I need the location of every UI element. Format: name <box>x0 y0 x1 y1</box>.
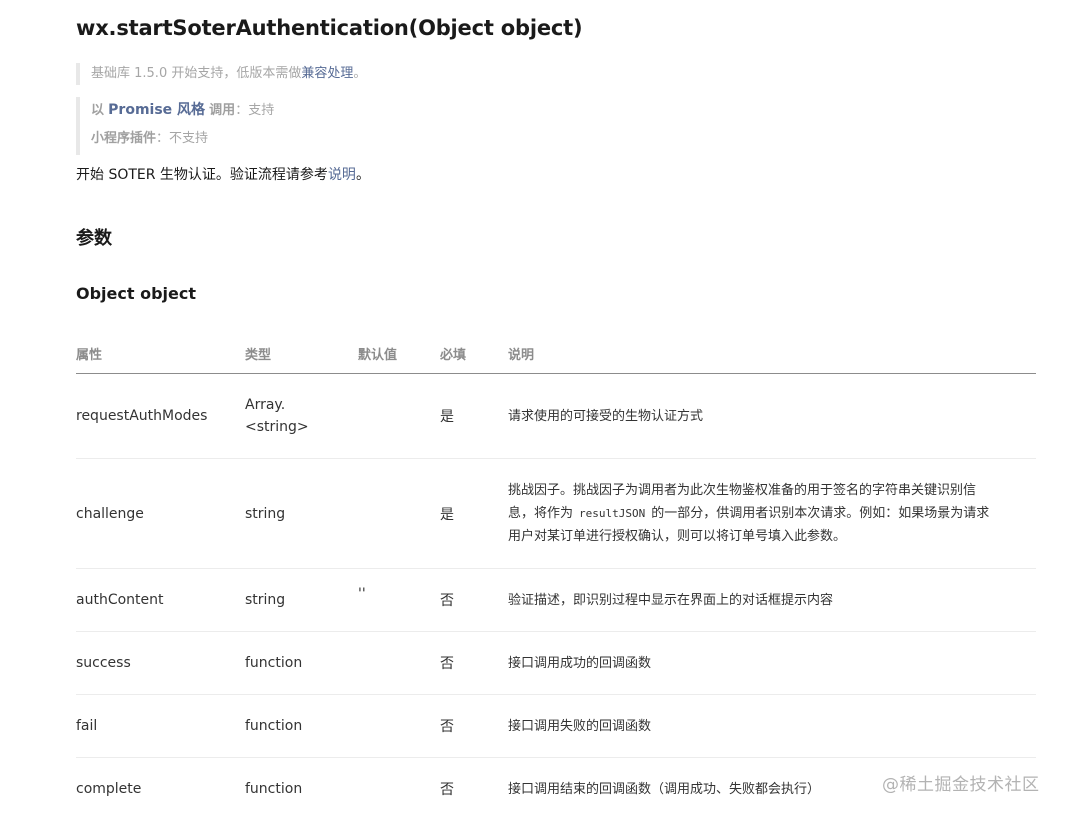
params-table: 属性 类型 默认值 必填 说明 requestAuthModes Array. <… <box>76 330 1036 814</box>
table-row: fail function 否 接口调用失败的回调函数 <box>76 695 1036 758</box>
params-heading: 参数 <box>76 228 112 249</box>
promise-value: 支持 <box>248 103 275 118</box>
param-type: function <box>245 718 303 734</box>
promise-prefix: 以 <box>91 103 105 118</box>
since-note-text: 基础库 1.5.0 开始支持，低版本需做 <box>91 66 302 81</box>
table-header: 属性 类型 默认值 必填 说明 <box>76 330 1036 374</box>
promise-support-row: 以 Promise 风格 调用：支持 <box>91 97 274 126</box>
plugin-label: 小程序插件 <box>91 131 157 146</box>
promise-style-link[interactable]: Promise 风格 <box>108 102 205 118</box>
since-note-suffix: 。 <box>353 66 367 81</box>
header-description: 说明 <box>508 348 535 363</box>
param-type: Array. <string> <box>245 397 309 435</box>
compat-link[interactable]: 兼容处理 <box>301 66 353 81</box>
object-heading: Object object <box>76 284 197 303</box>
description-suffix: 。 <box>355 167 370 183</box>
plugin-support-row: 小程序插件：不支持 <box>91 126 274 155</box>
api-description: 开始 SOTER 生物认证。验证流程请参考说明。 <box>76 164 370 186</box>
param-name: success <box>76 655 131 671</box>
param-type: function <box>245 655 303 671</box>
param-description: 接口调用结束的回调函数（调用成功、失败都会执行） <box>508 781 821 797</box>
site-watermark: @稀土掘金技术社区 <box>882 775 1040 795</box>
description-link[interactable]: 说明 <box>328 167 356 183</box>
param-name: complete <box>76 781 142 797</box>
plugin-value: 不支持 <box>169 131 209 146</box>
param-type: function <box>245 781 303 797</box>
param-name: challenge <box>76 505 144 522</box>
param-default: '' <box>358 586 366 602</box>
promise-sep: ： <box>235 103 249 118</box>
since-version-note: 基础库 1.5.0 开始支持，低版本需做兼容处理。 <box>76 63 366 85</box>
param-type: string <box>245 505 286 522</box>
page-title: wx.startSoterAuthentication(Object objec… <box>76 16 583 40</box>
param-type: string <box>245 592 286 608</box>
header-type: 类型 <box>245 348 272 363</box>
param-required: 是 <box>440 409 454 425</box>
param-required: 否 <box>440 593 454 609</box>
header-required: 必填 <box>440 348 467 363</box>
table-row: challenge string 是 挑战因子。挑战因子为调用者为此次生物鉴权准… <box>76 459 1036 569</box>
param-description: 接口调用成功的回调函数 <box>508 655 652 671</box>
param-required: 是 <box>440 506 454 523</box>
promise-label: 调用 <box>209 103 236 118</box>
param-required: 否 <box>440 719 454 735</box>
param-description: 请求使用的可接受的生物认证方式 <box>508 408 704 424</box>
param-description: 验证描述，即识别过程中显示在界面上的对话框提示内容 <box>508 592 834 608</box>
param-required: 否 <box>440 782 454 798</box>
param-name: requestAuthModes <box>76 408 208 424</box>
plugin-sep: ： <box>156 131 170 146</box>
inline-code: resultJSON <box>579 507 646 520</box>
table-row: requestAuthModes Array. <string> 是 请求使用的可… <box>76 374 1036 459</box>
header-default: 默认值 <box>358 348 398 363</box>
table-row: success function 否 接口调用成功的回调函数 <box>76 632 1036 695</box>
param-required: 否 <box>440 656 454 672</box>
description-text: 开始 SOTER 生物认证。验证流程请参考 <box>76 167 328 183</box>
header-attribute: 属性 <box>76 348 103 363</box>
param-description: 接口调用失败的回调函数 <box>508 718 652 734</box>
table-row: authContent string '' 否 验证描述，即识别过程中显示在界面… <box>76 569 1036 632</box>
support-note: 以 Promise 风格 调用：支持 小程序插件：不支持 <box>76 97 274 155</box>
param-name: authContent <box>76 592 164 608</box>
param-name: fail <box>76 718 98 734</box>
param-description: 挑战因子。挑战因子为调用者为此次生物鉴权准备的用于签名的字符串关键识别信 息，将作… <box>508 483 990 544</box>
